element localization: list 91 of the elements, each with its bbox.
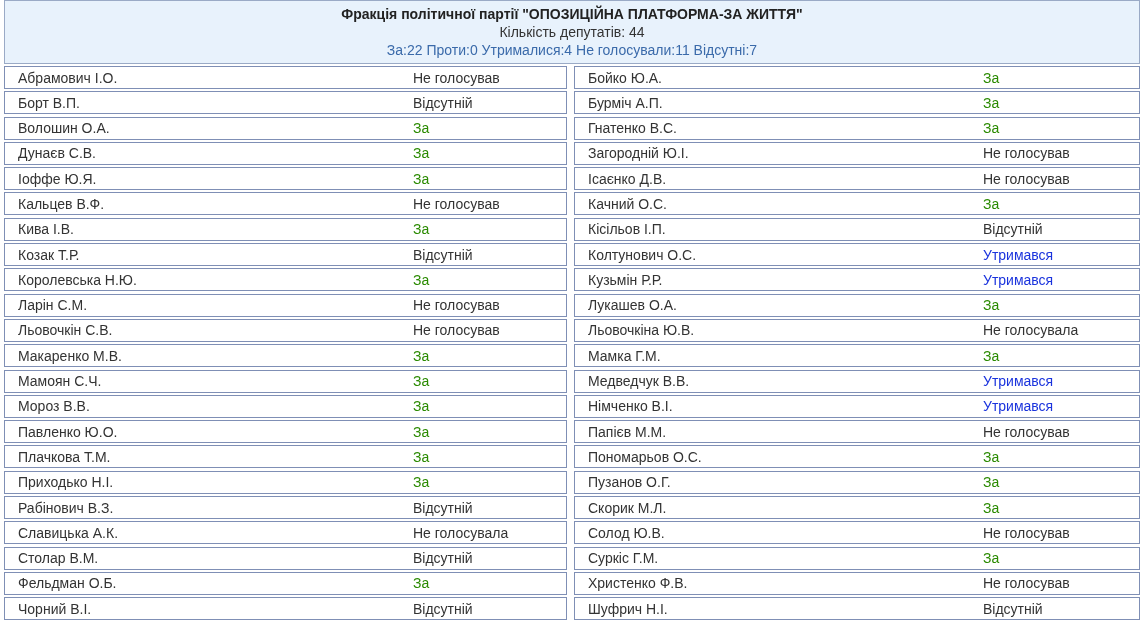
vote-result: Утримався bbox=[983, 373, 1054, 390]
vote-result: За bbox=[983, 297, 1000, 314]
deputy-name: Козак Т.Р. bbox=[18, 246, 81, 263]
deputy-name: Волошин О.А. bbox=[18, 120, 111, 137]
vote-result: Не голосував bbox=[413, 297, 500, 314]
vote-result: Відсутній bbox=[413, 600, 473, 617]
deputy-name: Мороз В.В. bbox=[18, 398, 91, 415]
vote-result: За bbox=[983, 499, 1000, 516]
vote-result: Відсутній bbox=[983, 221, 1043, 238]
deputy-count: Кількість депутатів: 44 bbox=[499, 24, 645, 40]
vote-result: Не голосувала bbox=[983, 322, 1079, 339]
vote-result: За bbox=[413, 347, 430, 364]
deputy-name: Павленко Ю.О. bbox=[18, 423, 119, 440]
vote-result: Відсутній bbox=[413, 550, 473, 567]
deputy-name: Загородній Ю.І. bbox=[588, 145, 690, 162]
vote-result: За bbox=[983, 120, 1000, 137]
deputy-name: Медведчук В.В. bbox=[588, 373, 691, 390]
vote-result: Відсутній bbox=[413, 246, 473, 263]
deputy-name: Льовочкін С.В. bbox=[18, 322, 114, 339]
deputy-name: Королевська Н.Ю. bbox=[18, 271, 138, 288]
deputy-name: Чорний В.І. bbox=[18, 600, 93, 617]
deputy-name: Мамка Г.М. bbox=[588, 347, 662, 364]
vote-result: За bbox=[413, 575, 430, 592]
deputy-name: Німченко В.І. bbox=[588, 398, 674, 415]
deputy-name: Столар В.М. bbox=[18, 550, 100, 567]
deputy-name: Кузьмін Р.Р. bbox=[588, 271, 664, 288]
vote-result: За bbox=[413, 221, 430, 238]
vote-result: Утримався bbox=[983, 271, 1054, 288]
vote-result: За bbox=[983, 69, 1000, 86]
vote-result: Не голосував bbox=[983, 170, 1070, 187]
vote-result: За bbox=[413, 170, 430, 187]
vote-result: За bbox=[413, 398, 430, 415]
deputy-name: Солод Ю.В. bbox=[588, 524, 666, 541]
vote-result: Не голосував bbox=[983, 524, 1070, 541]
vote-result: За bbox=[413, 271, 430, 288]
deputy-name: Фельдман О.Б. bbox=[18, 575, 118, 592]
vote-result: За bbox=[413, 474, 430, 491]
vote-result: За bbox=[983, 347, 1000, 364]
deputy-name: Льовочкіна Ю.В. bbox=[588, 322, 696, 339]
vote-result: За bbox=[983, 550, 1000, 567]
deputy-name: Бурміч А.П. bbox=[588, 94, 664, 111]
deputy-name: Суркіс Г.М. bbox=[588, 550, 660, 567]
deputy-name: Іоффе Ю.Я. bbox=[18, 170, 98, 187]
deputy-name: Лукашев О.А. bbox=[588, 297, 678, 314]
deputy-name: Папієв М.М. bbox=[588, 423, 668, 440]
vote-result: За bbox=[413, 423, 430, 440]
deputy-name: Бойко Ю.А. bbox=[588, 69, 663, 86]
vote-result: За bbox=[413, 373, 430, 390]
deputy-name: Гнатенко В.С. bbox=[588, 120, 678, 137]
deputy-name: Пузанов О.Г. bbox=[588, 474, 672, 491]
deputy-name: Христенко Ф.В. bbox=[588, 575, 689, 592]
deputy-name: Ісаєнко Д.В. bbox=[588, 170, 668, 187]
vote-result: За bbox=[983, 448, 1000, 465]
vote-result: Відсутній bbox=[413, 94, 473, 111]
vote-result: За bbox=[413, 120, 430, 137]
deputy-name: Качний О.С. bbox=[588, 196, 668, 212]
vote-result: Не голосував bbox=[983, 145, 1070, 162]
vote-result: Утримався bbox=[983, 398, 1054, 415]
deputy-name: Славицька А.К. bbox=[18, 524, 120, 541]
deputy-name: Пономарьов О.С. bbox=[588, 448, 703, 465]
vote-result: Не голосував bbox=[983, 575, 1070, 592]
deputy-name: Шуфрич Н.І. bbox=[588, 600, 669, 617]
vote-result: Не голосував bbox=[983, 423, 1070, 440]
deputy-name: Борт В.П. bbox=[18, 94, 81, 111]
vote-summary: За:22 Проти:0 Утрималися:4 Не голосували:11 Відсутні:7 bbox=[386, 42, 758, 58]
vote-result: За bbox=[983, 474, 1000, 491]
deputy-name: Скорик М.Л. bbox=[588, 499, 668, 516]
deputy-name: Приходько Н.І. bbox=[18, 474, 115, 491]
deputy-name: Макаренко М.В. bbox=[18, 347, 123, 364]
deputy-name: Кісільов І.П. bbox=[588, 221, 667, 238]
deputy-name: Кива І.В. bbox=[18, 221, 75, 238]
vote-result: Відсутній bbox=[983, 600, 1043, 617]
vote-result: Не голосував bbox=[413, 69, 500, 86]
vote-result: За bbox=[413, 448, 430, 465]
deputy-name: Мамоян С.Ч. bbox=[18, 373, 103, 390]
faction-title: Фракція політичної партії "ОПОЗИЦІЙНА ПЛАТФОРМА-ЗА ЖИТТЯ" bbox=[341, 6, 803, 22]
deputy-name: Абрамович І.О. bbox=[18, 69, 119, 86]
vote-result: Не голосував bbox=[413, 322, 500, 339]
vote-result: Не голосував bbox=[413, 196, 500, 212]
vote-result: Не голосувала bbox=[413, 524, 509, 541]
vote-result: Утримався bbox=[983, 246, 1054, 263]
deputy-name: Колтунович О.С. bbox=[588, 246, 698, 263]
deputy-name: Ларін С.М. bbox=[18, 297, 89, 314]
deputy-name: Рабінович В.З. bbox=[18, 499, 115, 516]
deputy-name: Плачкова Т.М. bbox=[18, 448, 112, 465]
vote-result: Відсутній bbox=[413, 499, 473, 516]
deputy-name: Дунаєв С.В. bbox=[18, 145, 97, 162]
vote-result: За bbox=[983, 196, 1000, 212]
deputy-name: Кальцев В.Ф. bbox=[18, 196, 106, 212]
vote-result: За bbox=[983, 94, 1000, 111]
vote-result: За bbox=[413, 145, 430, 162]
